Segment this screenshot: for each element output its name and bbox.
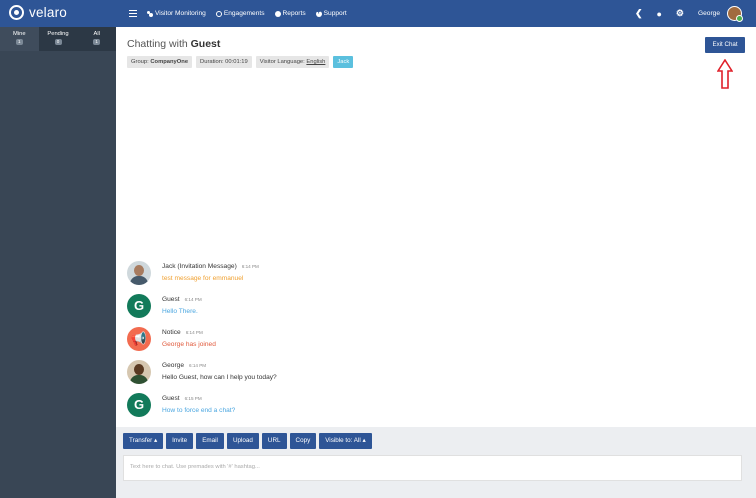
pie-chart-icon xyxy=(274,10,281,17)
nav-engagements-label: Engagements xyxy=(223,10,265,17)
up-arrow-annotation-icon xyxy=(717,59,733,89)
upload-button[interactable]: Upload xyxy=(226,433,259,449)
message-list: Jack (Invitation Message) 6:14 PM test me… xyxy=(127,261,627,426)
people-icon xyxy=(147,10,153,17)
group-badge: Group: CompanyOne xyxy=(127,56,193,68)
message-item: 📢 Notice 6:14 PM George has joined xyxy=(127,327,627,360)
chat-sidebar: Mine 1 Pending 0 All 1 xyxy=(0,27,116,498)
velaro-logo[interactable]: velaro xyxy=(9,5,67,20)
language-value[interactable]: English xyxy=(306,59,325,65)
top-navigation-bar: velaro Visitor Monitoring Engagements Re… xyxy=(0,0,756,27)
megaphone-icon: 📢 xyxy=(127,327,151,351)
email-button[interactable]: Email xyxy=(196,433,224,449)
copy-button[interactable]: Copy xyxy=(289,433,317,449)
agent-tag: Jack xyxy=(333,56,354,68)
nav-visitor-monitoring-label: Visitor Monitoring xyxy=(155,10,206,17)
message-header: Guest 6:15 PM xyxy=(162,395,202,402)
message-header: Jack (Invitation Message) 6:14 PM xyxy=(162,263,259,270)
nav-visitor-monitoring[interactable]: Visitor Monitoring xyxy=(147,10,206,17)
chat-input-area: Transfer ▴ Invite Email Upload URL Copy … xyxy=(116,427,756,498)
message-sender: Jack (Invitation Message) xyxy=(162,263,237,270)
message-sender: Guest xyxy=(162,395,180,402)
message-item: Jack (Invitation Message) 6:14 PM test me… xyxy=(127,261,627,294)
user-avatar[interactable] xyxy=(727,6,743,22)
sidebar-tabs: Mine 1 Pending 0 All 1 xyxy=(0,27,116,51)
visible-to-dropdown[interactable]: Visible to: All ▴ xyxy=(319,433,372,449)
message-item: G Guest 6:14 PM Hello There. xyxy=(127,294,627,327)
group-value: CompanyOne xyxy=(150,59,189,65)
exit-chat-button[interactable]: Exit Chat xyxy=(705,37,745,53)
language-badge: Visitor Language: English xyxy=(255,56,330,68)
tab-all-count: 1 xyxy=(93,39,101,45)
gear-icon[interactable]: ⚙ xyxy=(676,8,684,19)
guest-avatar: G xyxy=(127,294,151,318)
message-time: 6:14 PM xyxy=(189,363,207,368)
message-text: How to force end a chat? xyxy=(162,407,236,414)
title-prefix: Chatting with xyxy=(127,38,188,50)
message-time: 6:15 PM xyxy=(184,396,202,401)
message-header: Guest 6:14 PM xyxy=(162,296,202,303)
chat-bubble-icon xyxy=(215,10,222,17)
tab-all[interactable]: All 1 xyxy=(77,27,116,51)
nav-support[interactable]: Support xyxy=(315,9,347,17)
message-text: George has joined xyxy=(162,341,216,348)
page-title: Chatting with Guest xyxy=(127,38,220,50)
tab-mine-label: Mine xyxy=(13,31,26,37)
chat-panel: Chatting with Guest Group: CompanyOne Du… xyxy=(116,27,756,498)
guest-avatar: G xyxy=(127,393,151,417)
jack-avatar xyxy=(127,261,151,285)
url-button[interactable]: URL xyxy=(261,433,287,449)
duration-badge: Duration: 00:01:19 xyxy=(196,56,252,68)
invite-button[interactable]: Invite xyxy=(166,433,194,449)
nav-reports-label: Reports xyxy=(282,10,306,17)
tab-pending[interactable]: Pending 0 xyxy=(39,27,78,51)
nav-engagements[interactable]: Engagements xyxy=(215,10,265,17)
transfer-button[interactable]: Transfer ▴ xyxy=(123,433,164,449)
nav-support-label: Support xyxy=(323,10,347,17)
tab-all-label: All xyxy=(93,31,100,37)
message-item: G Guest 6:15 PM How to force end a chat? xyxy=(127,393,627,426)
message-header: George 6:14 PM xyxy=(162,362,206,369)
message-text: Hello There. xyxy=(162,308,198,315)
visitor-name: Guest xyxy=(190,38,221,50)
chevron-left-icon[interactable]: ❮ xyxy=(635,8,643,19)
nav-reports[interactable]: Reports xyxy=(274,10,306,17)
george-avatar xyxy=(127,360,151,384)
message-sender: George xyxy=(162,362,184,369)
hamburger-menu-icon[interactable] xyxy=(129,10,137,17)
message-sender: Notice xyxy=(162,329,181,336)
message-time: 6:14 PM xyxy=(185,330,203,335)
users-icon[interactable]: ● xyxy=(656,9,661,19)
chat-toolbar: Transfer ▴ Invite Email Upload URL Copy … xyxy=(123,433,375,449)
tab-mine[interactable]: Mine 1 xyxy=(0,27,39,51)
message-header: Notice 6:14 PM xyxy=(162,329,203,336)
brand-name: velaro xyxy=(29,5,67,20)
tab-mine-count: 1 xyxy=(15,39,23,45)
group-label: Group: xyxy=(131,59,149,65)
tab-pending-count: 0 xyxy=(54,39,62,45)
message-item: George 6:14 PM Hello Guest, how can I hel… xyxy=(127,360,627,393)
chat-meta: Group: CompanyOne Duration: 00:01:19 Vis… xyxy=(127,56,357,68)
message-time: 6:14 PM xyxy=(184,297,202,302)
plus-circle-icon xyxy=(315,9,322,17)
tab-pending-label: Pending xyxy=(47,31,69,37)
velaro-logo-icon xyxy=(9,5,24,20)
message-text: test message for emmanuel xyxy=(162,275,244,282)
message-time: 6:14 PM xyxy=(241,264,259,269)
user-area: ❮ ● ⚙ George xyxy=(621,0,743,27)
language-label: Visitor Language: xyxy=(259,59,305,65)
message-sender: Guest xyxy=(162,296,180,303)
message-text: Hello Guest, how can I help you today? xyxy=(162,374,277,381)
chat-message-input[interactable]: Text here to chat. Use premades with '#'… xyxy=(123,455,742,481)
user-name[interactable]: George xyxy=(698,10,720,17)
main-nav: Visitor Monitoring Engagements Reports S… xyxy=(129,0,357,27)
